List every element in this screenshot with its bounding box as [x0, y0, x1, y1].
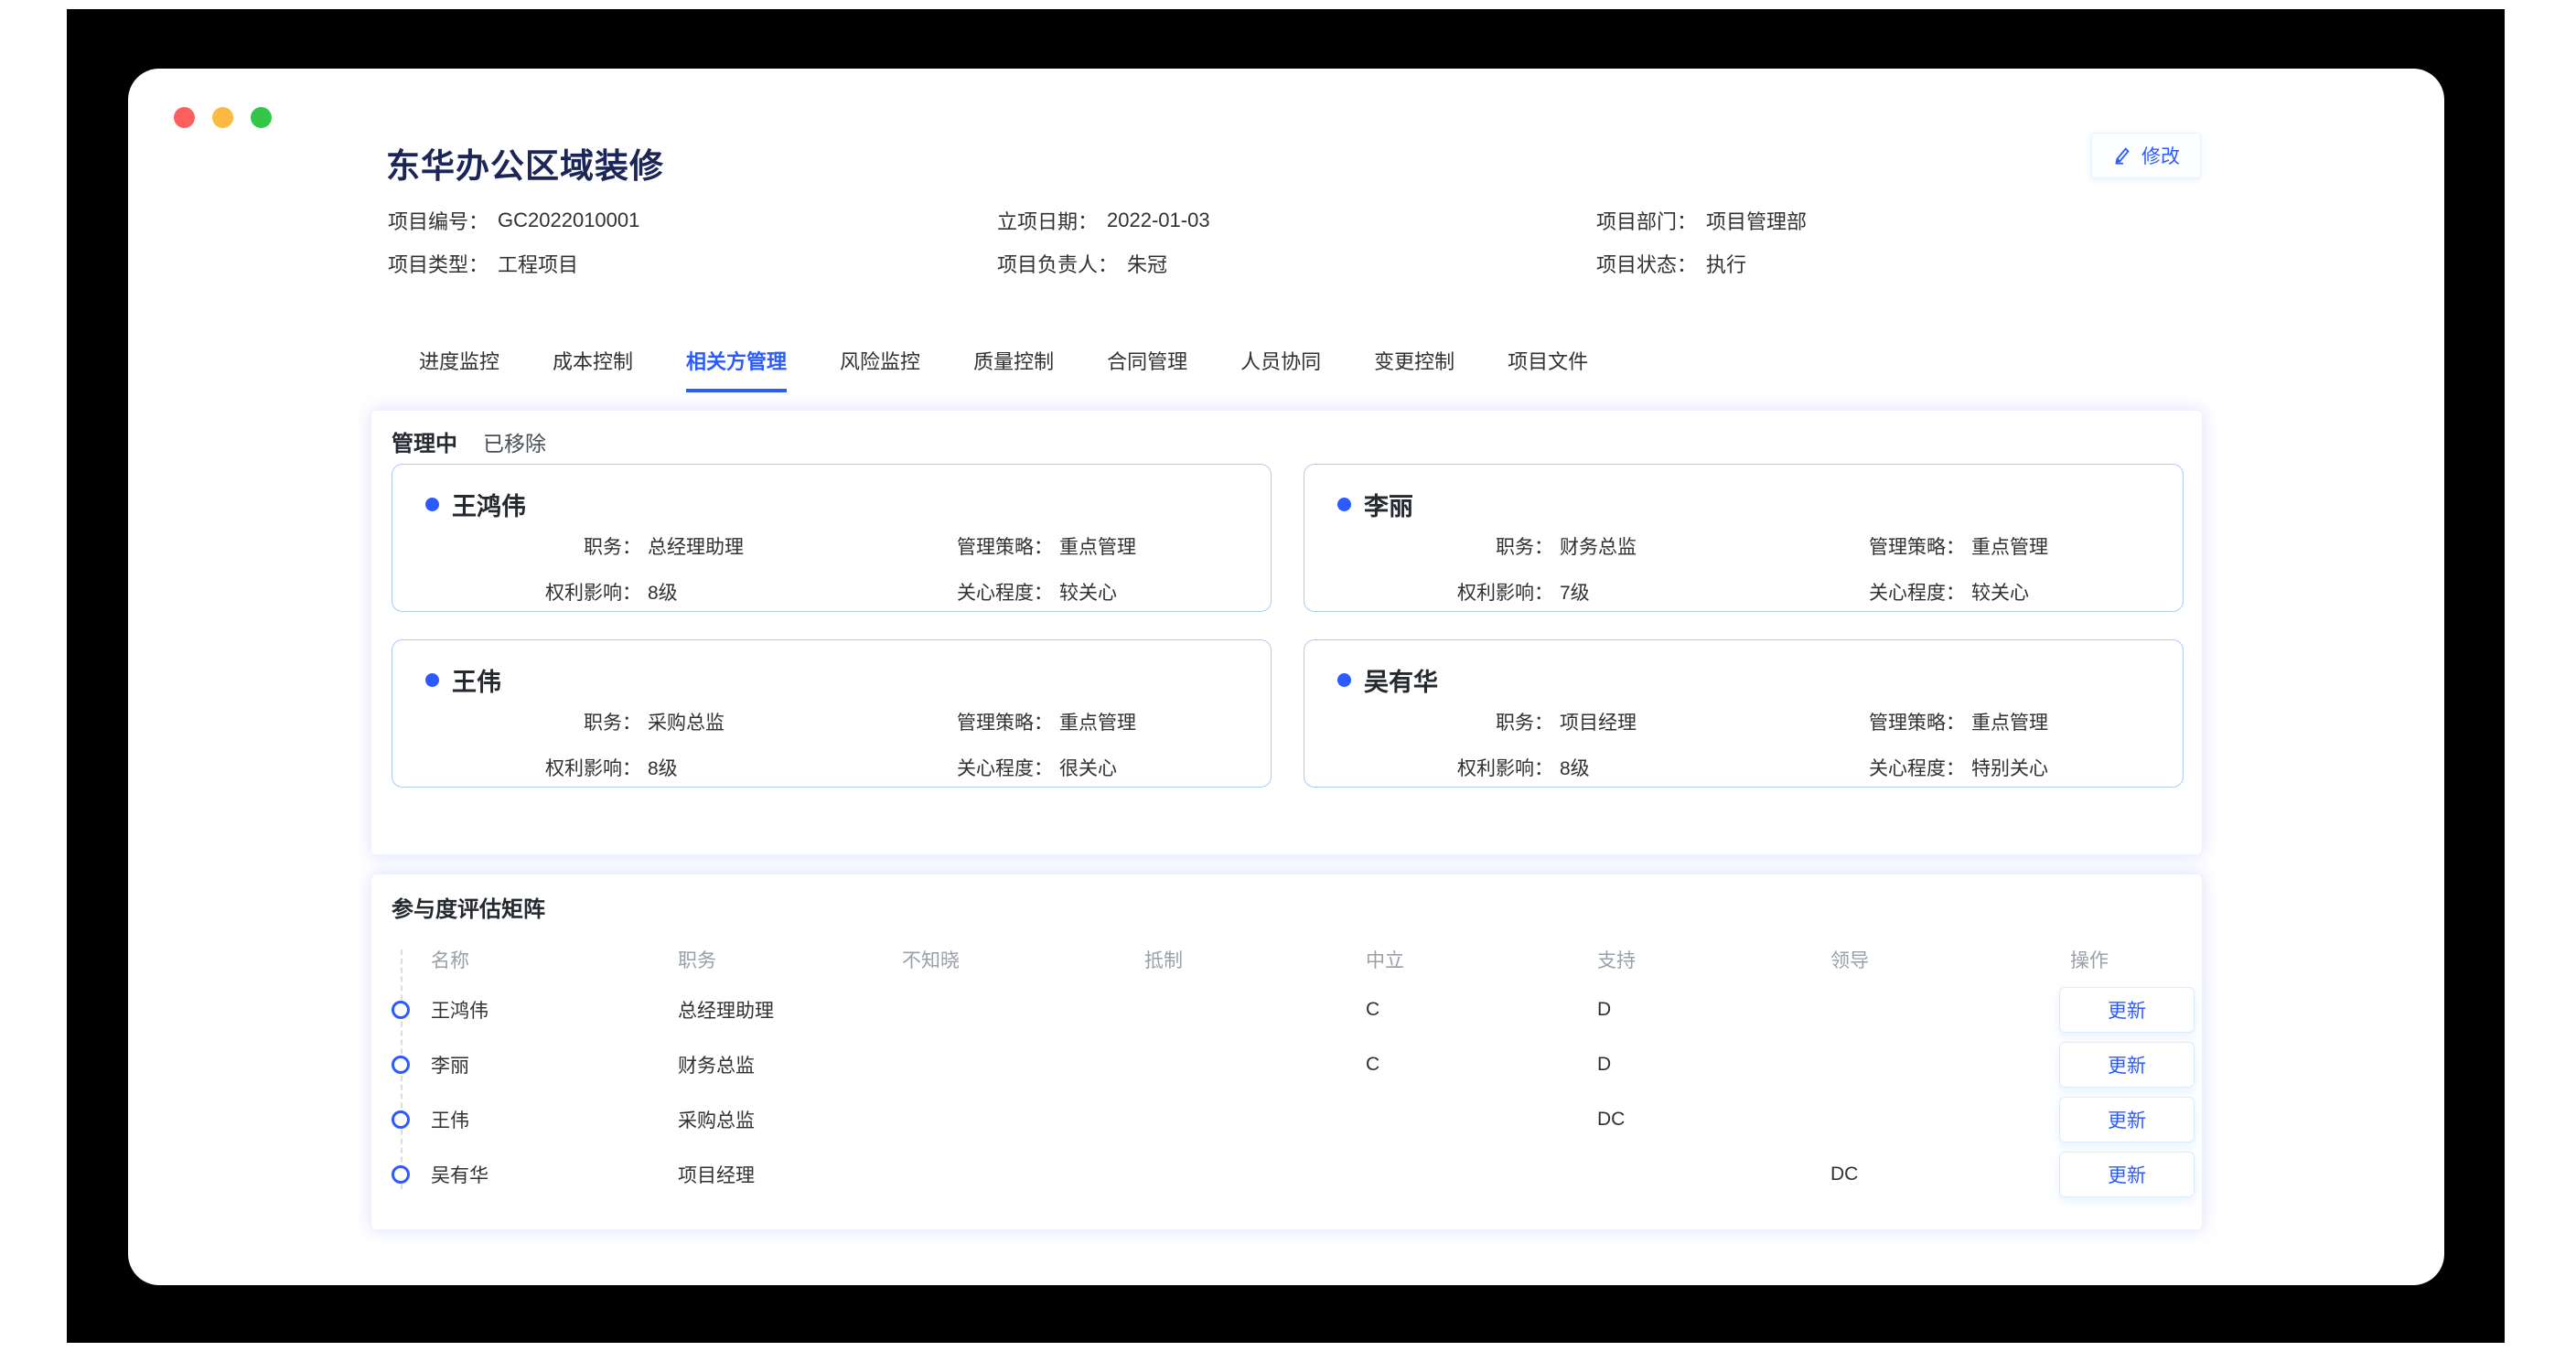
radio-circle-icon[interactable]	[392, 1165, 410, 1184]
table-row: 王鸿伟 总经理助理 C D 更新	[371, 982, 2202, 1037]
field-label: 项目类型：	[388, 249, 488, 278]
filter-removed[interactable]: 已移除	[483, 426, 546, 457]
stakeholder-card[interactable]: 李丽 职务： 财务总监 管理策略： 重点管理	[1304, 464, 2184, 612]
tab-change[interactable]: 变更控制	[1374, 346, 1454, 392]
project-info: 项目编号： GC2022010001 立项日期： 2022-01-03 项目部门…	[388, 198, 1807, 284]
backdrop: 东华办公区域装修 修改 项目编号： GC2022010001 立项日期： 202…	[67, 9, 2505, 1343]
maximize-icon[interactable]	[251, 107, 272, 128]
status-dot-icon	[425, 673, 439, 687]
field-value: 朱冠	[1127, 249, 1167, 278]
stakeholder-name-row: 李丽	[1337, 487, 1413, 522]
strategy-pair: 管理策略： 重点管理	[947, 710, 1136, 737]
field-label: 立项日期：	[997, 206, 1098, 235]
position-pair: 职务： 财务总监	[1337, 534, 1637, 562]
edit-button[interactable]: 修改	[2091, 133, 2201, 178]
edit-button-label: 修改	[2141, 142, 2180, 169]
stakeholder-name-row: 王伟	[425, 662, 501, 698]
field-label: 项目状态：	[1596, 249, 1697, 278]
stakeholder-name: 王鸿伟	[452, 487, 526, 522]
stakeholder-filters: 管理中 已移除	[392, 425, 546, 457]
field-project-type: 项目类型： 工程项目	[388, 249, 997, 278]
field-value: 执行	[1706, 249, 1746, 278]
stakeholder-card[interactable]: 吴有华 职务： 项目经理 管理策略： 重点管理	[1304, 639, 2184, 788]
page-title: 东华办公区域装修	[386, 138, 664, 188]
window-controls	[174, 107, 272, 128]
field-value: GC2022010001	[498, 209, 639, 232]
col-action: 操作	[2070, 946, 2109, 973]
strategy-pair: 管理策略： 重点管理	[1859, 534, 2048, 562]
col-neutral: 中立	[1366, 946, 1404, 973]
concern-pair: 关心程度： 特别关心	[1859, 756, 2048, 783]
matrix-title: 参与度评估矩阵	[392, 891, 545, 923]
concern-pair: 关心程度： 很关心	[947, 756, 1117, 783]
power-pair: 权利影响： 8级	[425, 756, 678, 783]
power-pair: 权利影响： 8级	[1337, 756, 1590, 783]
col-name: 名称	[431, 946, 469, 973]
stakeholder-name: 吴有华	[1364, 662, 1438, 698]
stakeholder-name: 李丽	[1364, 487, 1413, 522]
field-value: 工程项目	[498, 249, 578, 278]
radio-circle-icon[interactable]	[392, 1056, 410, 1074]
field-label: 项目编号：	[388, 206, 488, 235]
col-resist: 抵制	[1144, 946, 1183, 973]
field-label: 项目负责人：	[997, 249, 1118, 278]
position-pair: 职务： 项目经理	[1337, 710, 1637, 737]
table-row: 吴有华 项目经理 DC 更新	[371, 1147, 2202, 1202]
stakeholder-cards: 王鸿伟 职务： 总经理助理 管理策略： 重点管理	[392, 464, 2184, 788]
radio-circle-icon[interactable]	[392, 1110, 410, 1129]
update-button[interactable]: 更新	[2059, 1097, 2195, 1142]
filter-managing[interactable]: 管理中	[392, 425, 457, 457]
col-lead: 领导	[1830, 946, 1869, 973]
field-value: 2022-01-03	[1107, 209, 1210, 232]
position-pair: 职务： 总经理助理	[425, 534, 744, 562]
position-pair: 职务： 采购总监	[425, 710, 724, 737]
pencil-icon	[2112, 145, 2132, 166]
update-button[interactable]: 更新	[2059, 1152, 2195, 1197]
col-support: 支持	[1597, 946, 1636, 973]
tab-stakeholders[interactable]: 相关方管理	[686, 346, 787, 392]
col-unaware: 不知晓	[902, 946, 960, 973]
stakeholder-card[interactable]: 王伟 职务： 采购总监 管理策略： 重点管理	[392, 639, 1272, 788]
tab-files[interactable]: 项目文件	[1508, 346, 1588, 392]
app-window: 东华办公区域装修 修改 项目编号： GC2022010001 立项日期： 202…	[128, 69, 2444, 1285]
field-label: 项目部门：	[1596, 206, 1697, 235]
concern-pair: 关心程度： 较关心	[947, 580, 1117, 607]
stakeholder-name-row: 王鸿伟	[425, 487, 526, 522]
strategy-pair: 管理策略： 重点管理	[947, 534, 1136, 562]
field-owner: 项目负责人： 朱冠	[997, 249, 1596, 278]
table-row: 王伟 采购总监 DC 更新	[371, 1092, 2202, 1147]
field-start-date: 立项日期： 2022-01-03	[997, 206, 1596, 235]
table-row: 李丽 财务总监 C D 更新	[371, 1037, 2202, 1092]
tab-people[interactable]: 人员协同	[1240, 346, 1321, 392]
field-department: 项目部门： 项目管理部	[1596, 206, 1807, 235]
strategy-pair: 管理策略： 重点管理	[1859, 710, 2048, 737]
stakeholder-card[interactable]: 王鸿伟 职务： 总经理助理 管理策略： 重点管理	[392, 464, 1272, 612]
minimize-icon[interactable]	[212, 107, 233, 128]
power-pair: 权利影响： 8级	[425, 580, 678, 607]
tab-quality[interactable]: 质量控制	[973, 346, 1054, 392]
radio-circle-icon[interactable]	[392, 1001, 410, 1019]
stakeholder-name-row: 吴有华	[1337, 662, 1438, 698]
status-dot-icon	[425, 498, 439, 511]
field-status: 项目状态： 执行	[1596, 249, 1807, 278]
field-value: 项目管理部	[1706, 206, 1807, 235]
close-icon[interactable]	[174, 107, 195, 128]
engagement-matrix-panel: 参与度评估矩阵 名称 职务 不知晓 抵制 中立 支持 领导 操作 王鸿伟 总经理…	[370, 874, 2203, 1230]
status-dot-icon	[1337, 498, 1351, 511]
tab-contract[interactable]: 合同管理	[1107, 346, 1187, 392]
stakeholder-name: 王伟	[452, 662, 501, 698]
main-tabs: 进度监控 成本控制 相关方管理 风险监控 质量控制 合同管理 人员协同 变更控制…	[419, 346, 1588, 392]
update-button[interactable]: 更新	[2059, 987, 2195, 1033]
update-button[interactable]: 更新	[2059, 1042, 2195, 1088]
concern-pair: 关心程度： 较关心	[1859, 580, 2029, 607]
tab-risk[interactable]: 风险监控	[840, 346, 920, 392]
status-dot-icon	[1337, 673, 1351, 687]
tab-progress[interactable]: 进度监控	[419, 346, 499, 392]
power-pair: 权利影响： 7级	[1337, 580, 1590, 607]
tab-cost[interactable]: 成本控制	[553, 346, 633, 392]
stakeholder-panel: 管理中 已移除 王鸿伟 职务： 总经理助理 管理策略：	[370, 410, 2203, 855]
col-position: 职务	[678, 946, 716, 973]
field-project-code: 项目编号： GC2022010001	[388, 206, 997, 235]
